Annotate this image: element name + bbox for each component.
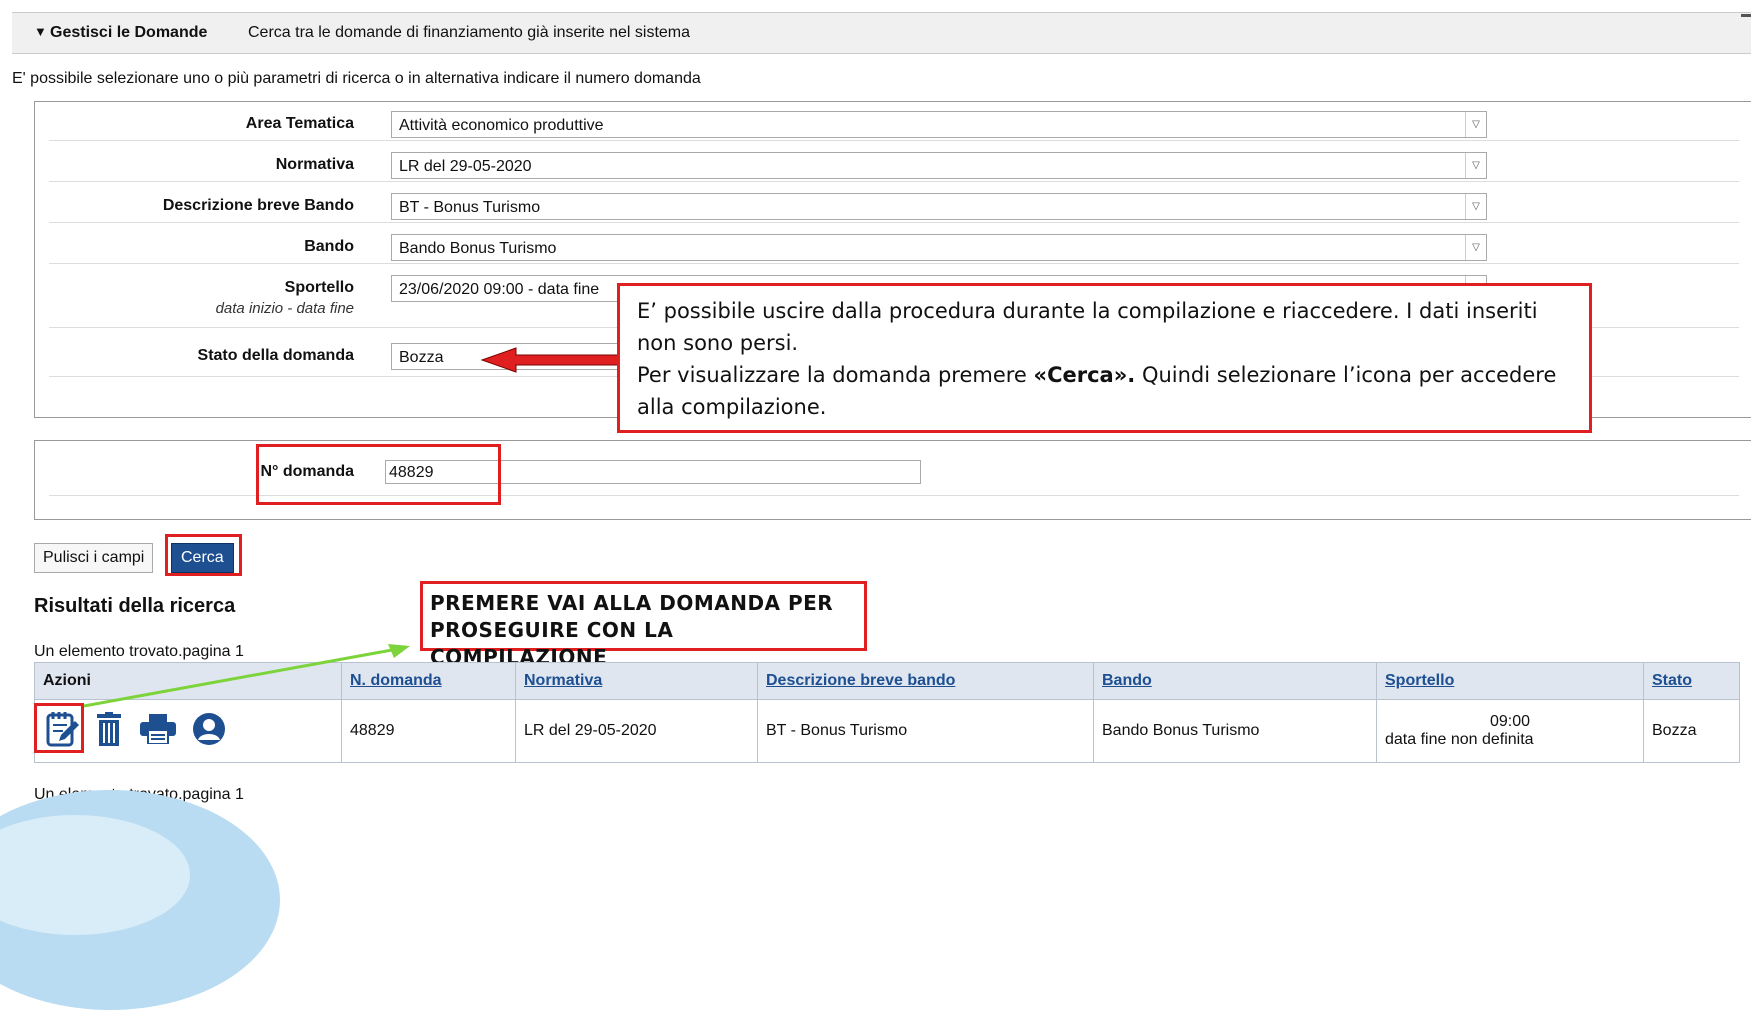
info-callout-line1: E’ possibile uscire dalla procedura dura… xyxy=(637,299,1538,323)
normativa-select[interactable]: LR del 29-05-2020 ▽ xyxy=(391,152,1487,179)
cell-sportello: 09:00 data fine non definita xyxy=(1376,699,1644,763)
filter-row-normativa: Normativa LR del 29-05-2020 ▽ xyxy=(49,149,1739,182)
normativa-label: Normativa xyxy=(275,156,354,173)
descrizione-select[interactable]: BT - Bonus Turismo ▽ xyxy=(391,193,1487,220)
red-arrow-icon xyxy=(480,347,619,373)
sportello-label: Sportello xyxy=(284,279,354,296)
descrizione-label: Descrizione breve Bando xyxy=(162,197,354,214)
green-arrow-icon xyxy=(83,644,410,708)
cell-normativa: LR del 29-05-2020 xyxy=(515,699,758,763)
cell-stato: Bozza xyxy=(1643,699,1740,763)
section-header[interactable]: ▼ Gestisci le Domande Cerca tra le doman… xyxy=(12,12,1751,54)
vai-callout: PREMERE VAI ALLA DOMANDA PER PROSEGUIRE … xyxy=(420,581,867,669)
col-sportello[interactable]: Sportello xyxy=(1376,662,1644,700)
user-icon[interactable] xyxy=(192,712,226,751)
section-title: Gestisci le Domande xyxy=(50,24,208,41)
cell-descrizione: BT - Bonus Turismo xyxy=(757,699,1094,763)
minimize-icon[interactable] xyxy=(1741,14,1751,17)
chevron-down-icon: ▽ xyxy=(1465,112,1486,137)
info-callout-line4: alla compilazione. xyxy=(637,395,827,419)
trash-icon[interactable] xyxy=(95,711,123,751)
search-highlight xyxy=(165,534,242,576)
col-normativa[interactable]: Normativa xyxy=(515,662,758,700)
stato-label: Stato della domanda xyxy=(197,347,354,364)
info-callout: E’ possibile uscire dalla procedura dura… xyxy=(617,283,1592,433)
filter-row-area: Area Tematica Attività economico produtt… xyxy=(49,108,1739,141)
bando-label: Bando xyxy=(304,238,354,255)
col-descrizione[interactable]: Descrizione breve bando xyxy=(757,662,1094,700)
info-callout-line3: Per visualizzare la domanda premere «Cer… xyxy=(637,363,1557,387)
col-stato[interactable]: Stato xyxy=(1643,662,1740,700)
edit-icon-highlight xyxy=(34,703,84,753)
cell-bando: Bando Bonus Turismo xyxy=(1093,699,1377,763)
area-select[interactable]: Attività economico produttive ▽ xyxy=(391,111,1487,138)
clear-fields-button[interactable]: Pulisci i campi xyxy=(34,543,154,573)
sportello-sublabel: data inizio - data fine xyxy=(215,300,354,317)
area-label: Area Tematica xyxy=(245,115,354,132)
results-title: Risultati della ricerca xyxy=(34,595,236,617)
info-callout-line2: non sono persi. xyxy=(637,331,799,355)
numero-highlight xyxy=(256,444,501,505)
chevron-down-icon: ▽ xyxy=(1465,194,1486,219)
filter-row-descrizione: Descrizione breve Bando BT - Bonus Turis… xyxy=(49,190,1739,223)
chevron-down-icon: ▽ xyxy=(1465,153,1486,178)
col-bando[interactable]: Bando xyxy=(1093,662,1377,700)
print-icon[interactable] xyxy=(139,713,176,749)
bando-select[interactable]: Bando Bonus Turismo ▽ xyxy=(391,234,1487,261)
chevron-down-icon: ▽ xyxy=(1465,235,1486,260)
search-instructions: E' possibile selezionare uno o più param… xyxy=(12,70,701,87)
section-subtitle: Cerca tra le domande di finanziamento gi… xyxy=(248,24,691,41)
filter-row-bando: Bando Bando Bonus Turismo ▽ xyxy=(49,231,1739,264)
collapse-triangle-icon[interactable]: ▼ xyxy=(34,24,47,39)
